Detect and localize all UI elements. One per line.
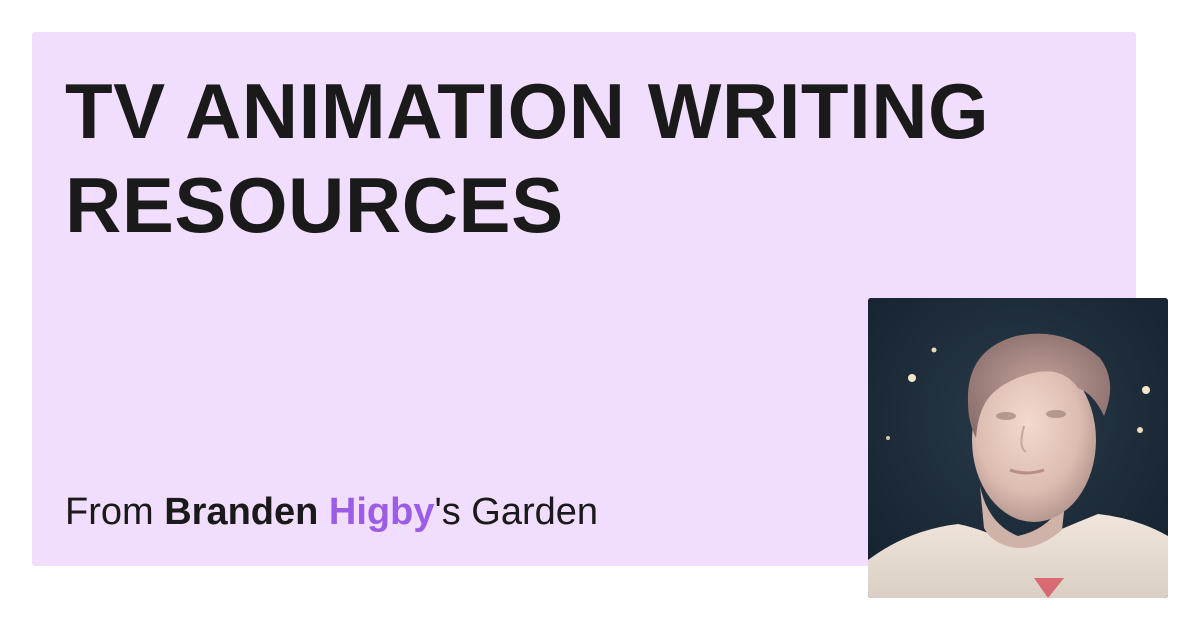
byline: From Branden Higby's Garden — [65, 488, 598, 536]
byline-prefix: From — [65, 491, 165, 533]
portrait-photo-icon — [868, 298, 1168, 598]
author-avatar — [868, 298, 1168, 598]
author-first-name: Branden — [164, 491, 319, 533]
byline-space — [318, 491, 329, 533]
byline-suffix: 's Garden — [434, 491, 599, 533]
page-title: TV ANIMATION WRITING RESOURCES — [65, 67, 990, 249]
author-last-name: Higby — [328, 491, 435, 533]
